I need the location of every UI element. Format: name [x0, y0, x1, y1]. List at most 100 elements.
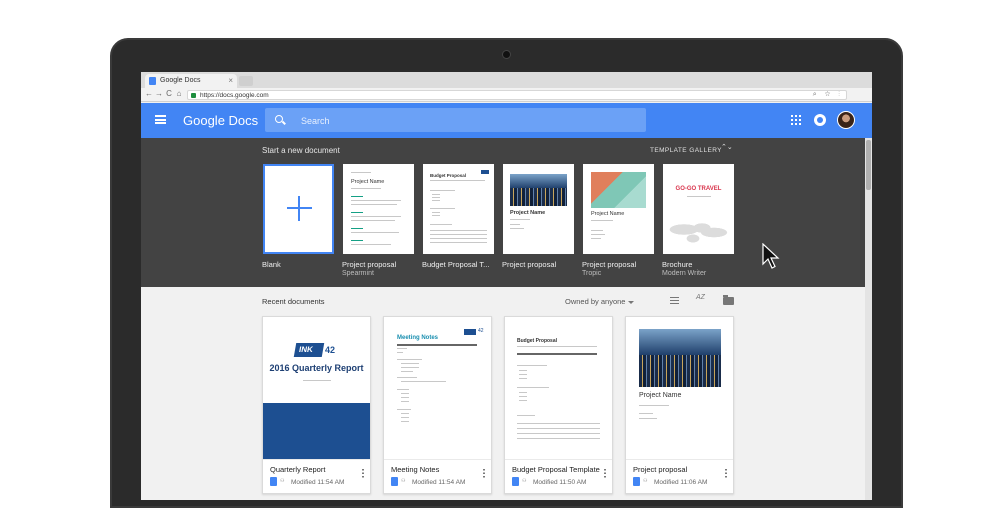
template-gallery-button[interactable]: TEMPLATE GALLERY	[650, 147, 722, 154]
reload-icon[interactable]: C	[164, 89, 174, 98]
city-photo-icon	[510, 174, 567, 206]
shared-icon: ⚇	[522, 478, 527, 484]
doc-card-budget-proposal-template[interactable]: Budget Proposal Budget Proposal Template…	[504, 316, 613, 494]
camera-icon	[502, 50, 511, 59]
docs-file-icon	[633, 477, 640, 486]
recent-documents-title: Recent documents	[262, 297, 325, 306]
template-blank[interactable]	[263, 164, 334, 254]
doc-name: Quarterly Report	[270, 465, 326, 474]
mouse-cursor-icon	[762, 243, 780, 269]
card-footer: Meeting Notes ⚇ Modified 11:54 AM	[384, 459, 491, 493]
geometric-art-icon	[591, 172, 646, 208]
template-label: Project proposal	[502, 260, 557, 269]
forward-icon[interactable]: →	[154, 89, 164, 98]
doc-name: Budget Proposal Template	[512, 465, 600, 474]
doc-card-project-proposal[interactable]: Project Name Project proposal ⚇ Modified…	[625, 316, 734, 494]
notifications-icon[interactable]	[814, 114, 826, 126]
url-text: https://docs.google.com	[200, 92, 269, 99]
doc-name: Meeting Notes	[391, 465, 440, 474]
template-sublabel: Modern Writer	[662, 270, 707, 277]
tab-close-icon[interactable]: ×	[228, 76, 233, 85]
section-title-new-document: Start a new document	[262, 146, 340, 155]
thumb-title: 2016 Quarterly Report	[269, 363, 364, 373]
home-icon[interactable]: ⌂	[174, 89, 184, 98]
thumb-title: Project Name	[591, 211, 625, 217]
template-budget-proposal[interactable]: Budget Proposal	[423, 164, 494, 254]
omnibox-action-icons[interactable]: ⌕ ☆ ⋮	[813, 91, 843, 99]
ink-logo	[464, 329, 476, 335]
doc-card-quarterly-report[interactable]: INK 42 2016 Quarterly Report Quarterly R…	[262, 316, 371, 494]
thumb-title: Project Name	[510, 210, 546, 216]
docs-favicon-icon	[149, 77, 156, 85]
search-input[interactable]	[301, 114, 601, 127]
address-bar-row: ← → C ⌂ https://docs.google.com ⌕ ☆ ⋮	[141, 88, 872, 102]
avatar[interactable]	[837, 111, 855, 129]
shared-icon: ⚇	[401, 478, 406, 484]
owner-filter-label: Owned by anyone	[565, 297, 626, 306]
thumb-title: Meeting Notes	[397, 335, 439, 341]
more-options-icon[interactable]	[725, 468, 727, 478]
shared-icon: ⚇	[280, 478, 285, 484]
template-label: Project proposal	[582, 260, 637, 269]
thumb-title: Budget Proposal	[517, 338, 558, 344]
thumb-title: GO-GO TRAVEL	[675, 186, 722, 192]
apps-grid-icon[interactable]	[791, 115, 801, 125]
more-options-icon[interactable]	[483, 468, 485, 478]
template-sublabel: Spearmint	[342, 270, 374, 277]
template-label: Brochure	[662, 260, 693, 269]
folder-icon[interactable]	[723, 295, 734, 305]
doc-card-meeting-notes[interactable]: 42 Meeting Notes Meeting Notes ⚇ Modifie	[383, 316, 492, 494]
ink-number: 42	[325, 345, 336, 355]
template-brochure[interactable]: GO-GO TRAVEL	[663, 164, 734, 254]
thumb-title: Budget Proposal	[430, 173, 467, 178]
color-block	[263, 403, 370, 459]
search-icon[interactable]	[275, 115, 283, 123]
plus-icon	[287, 196, 312, 221]
card-footer: Budget Proposal Template ⚇ Modified 11:5…	[505, 459, 612, 493]
doc-thumbnail: Budget Proposal	[505, 317, 612, 459]
template-label: Project proposal	[342, 260, 397, 269]
template-project-proposal-photo[interactable]: Project Name	[503, 164, 574, 254]
doc-thumbnail: 42 Meeting Notes	[384, 317, 491, 459]
scrollbar[interactable]	[865, 138, 872, 500]
scrollbar-thumb[interactable]	[866, 140, 871, 190]
url-field[interactable]: https://docs.google.com ⌕ ☆ ⋮	[187, 90, 847, 100]
google-docs-logo[interactable]: Google Docs	[183, 113, 258, 128]
template-label: Blank	[262, 260, 281, 269]
browser-tab[interactable]: Google Docs ×	[145, 74, 237, 88]
template-sublabel: Tropic	[582, 270, 602, 277]
card-footer: Project proposal ⚇ Modified 11:06 AM	[626, 459, 733, 493]
ink-logo: INK	[293, 343, 325, 357]
modified-time: Modified 11:50 AM	[533, 479, 587, 486]
thumb-title: Project Name	[351, 179, 385, 185]
screen: Google Docs × ← → C ⌂ https://docs.googl…	[141, 72, 872, 500]
more-options-icon[interactable]	[362, 468, 364, 478]
back-icon[interactable]: ←	[144, 89, 154, 98]
modified-time: Modified 11:54 AM	[291, 479, 345, 486]
thumb-title: Project Name	[639, 392, 682, 399]
sort-az-icon[interactable]: AZ	[696, 294, 705, 301]
new-tab-button[interactable]	[239, 76, 253, 86]
card-footer: Quarterly Report ⚇ Modified 11:54 AM	[263, 459, 370, 493]
world-map-icon	[669, 216, 729, 246]
template-label: Budget Proposal T...	[422, 260, 490, 269]
tab-title: Google Docs	[160, 77, 201, 84]
template-project-proposal-spearmint[interactable]: Project Name	[343, 164, 414, 254]
docs-file-icon	[270, 477, 277, 486]
modified-time: Modified 11:06 AM	[654, 479, 708, 486]
lock-icon	[191, 93, 196, 98]
more-options-icon[interactable]	[604, 468, 606, 478]
dropdown-caret-icon	[628, 300, 635, 304]
template-project-proposal-tropic[interactable]: Project Name	[583, 164, 654, 254]
modified-time: Modified 11:54 AM	[412, 479, 466, 486]
expand-collapse-icon[interactable]: ⌃⌄	[721, 144, 733, 151]
doc-thumbnail: INK 42 2016 Quarterly Report	[263, 317, 370, 459]
search-box[interactable]	[265, 108, 646, 132]
owner-filter-dropdown[interactable]: Owned by anyone	[565, 297, 635, 306]
shared-icon: ⚇	[643, 478, 648, 484]
main-menu-icon[interactable]	[155, 115, 166, 124]
browser-tab-strip: Google Docs ×	[141, 72, 872, 88]
template-strip: Start a new document TEMPLATE GALLERY ⌃⌄…	[141, 138, 865, 287]
doc-name: Project proposal	[633, 465, 688, 474]
list-view-icon[interactable]	[670, 297, 679, 304]
